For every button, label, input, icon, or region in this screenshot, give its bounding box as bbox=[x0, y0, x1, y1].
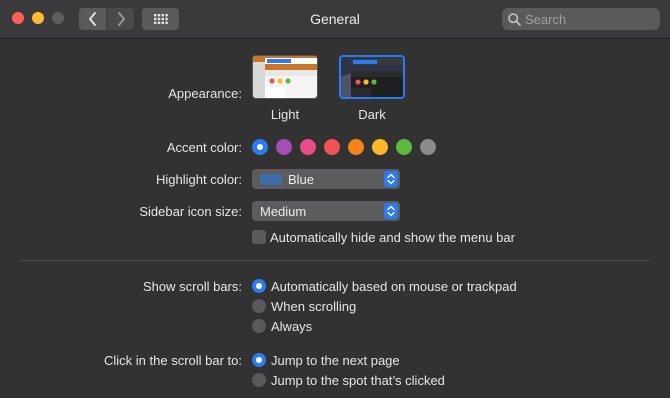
highlight-color-value: Blue bbox=[288, 171, 315, 187]
sidebar-icon-size-popup[interactable]: Medium bbox=[252, 201, 400, 221]
click-jump-next-page-radio[interactable] bbox=[252, 353, 266, 367]
auto-hide-menu-bar-checkbox[interactable] bbox=[252, 230, 266, 244]
accent-graphite-swatch[interactable] bbox=[420, 139, 436, 155]
click-jump-to-spot-label: Jump to the spot that’s clicked bbox=[271, 373, 445, 388]
dark-mode-preview-image bbox=[341, 57, 403, 97]
appearance-dark-option[interactable] bbox=[339, 55, 405, 99]
light-mode-preview-image bbox=[253, 56, 317, 98]
accent-red-swatch[interactable] bbox=[324, 139, 340, 155]
accent-green-swatch[interactable] bbox=[396, 139, 412, 155]
appearance-light-label: Light bbox=[270, 107, 300, 122]
general-preferences-window: General Appearance: Light bbox=[0, 0, 670, 398]
scroll-bars-when-scrolling-radio[interactable] bbox=[252, 299, 266, 313]
updown-chevron-icon bbox=[384, 203, 398, 219]
highlight-swatch bbox=[260, 173, 282, 185]
click-jump-next-page-label: Jump to the next page bbox=[271, 353, 400, 368]
click-jump-to-spot-radio[interactable] bbox=[252, 373, 266, 387]
titlebar: General bbox=[0, 0, 670, 39]
accent-blue-swatch[interactable] bbox=[252, 139, 268, 155]
appearance-dark-label: Dark bbox=[358, 107, 386, 122]
highlight-color-label: Highlight color: bbox=[156, 172, 242, 187]
click-scroll-bar-label: Click in the scroll bar to: bbox=[104, 353, 242, 368]
scroll-bars-when-scrolling-label: When scrolling bbox=[271, 299, 357, 314]
appearance-light-option[interactable] bbox=[252, 55, 318, 99]
accent-pink-swatch[interactable] bbox=[300, 139, 316, 155]
updown-chevron-icon bbox=[384, 171, 398, 187]
auto-hide-menu-bar-label: Automatically hide and show the menu bar bbox=[270, 230, 515, 245]
accent-orange-swatch[interactable] bbox=[348, 139, 364, 155]
scroll-bars-automatic-radio[interactable] bbox=[252, 279, 266, 293]
search-icon bbox=[508, 12, 521, 26]
sidebar-icon-size-label: Sidebar icon size: bbox=[139, 204, 242, 219]
accent-yellow-swatch[interactable] bbox=[372, 139, 388, 155]
highlight-color-popup[interactable]: Blue bbox=[252, 169, 400, 189]
search-field[interactable] bbox=[502, 8, 660, 30]
appearance-label: Appearance: bbox=[168, 86, 242, 101]
accent-purple-swatch[interactable] bbox=[276, 139, 292, 155]
section-divider bbox=[20, 260, 650, 261]
sidebar-icon-size-value: Medium bbox=[260, 203, 307, 219]
show-scroll-bars-label: Show scroll bars: bbox=[143, 279, 242, 294]
accent-color-label: Accent color: bbox=[166, 140, 242, 155]
search-input[interactable] bbox=[525, 11, 645, 27]
scroll-bars-automatic-label: Automatically based on mouse or trackpad bbox=[271, 279, 517, 294]
scroll-bars-always-label: Always bbox=[271, 319, 313, 334]
scroll-bars-always-radio[interactable] bbox=[252, 319, 266, 333]
